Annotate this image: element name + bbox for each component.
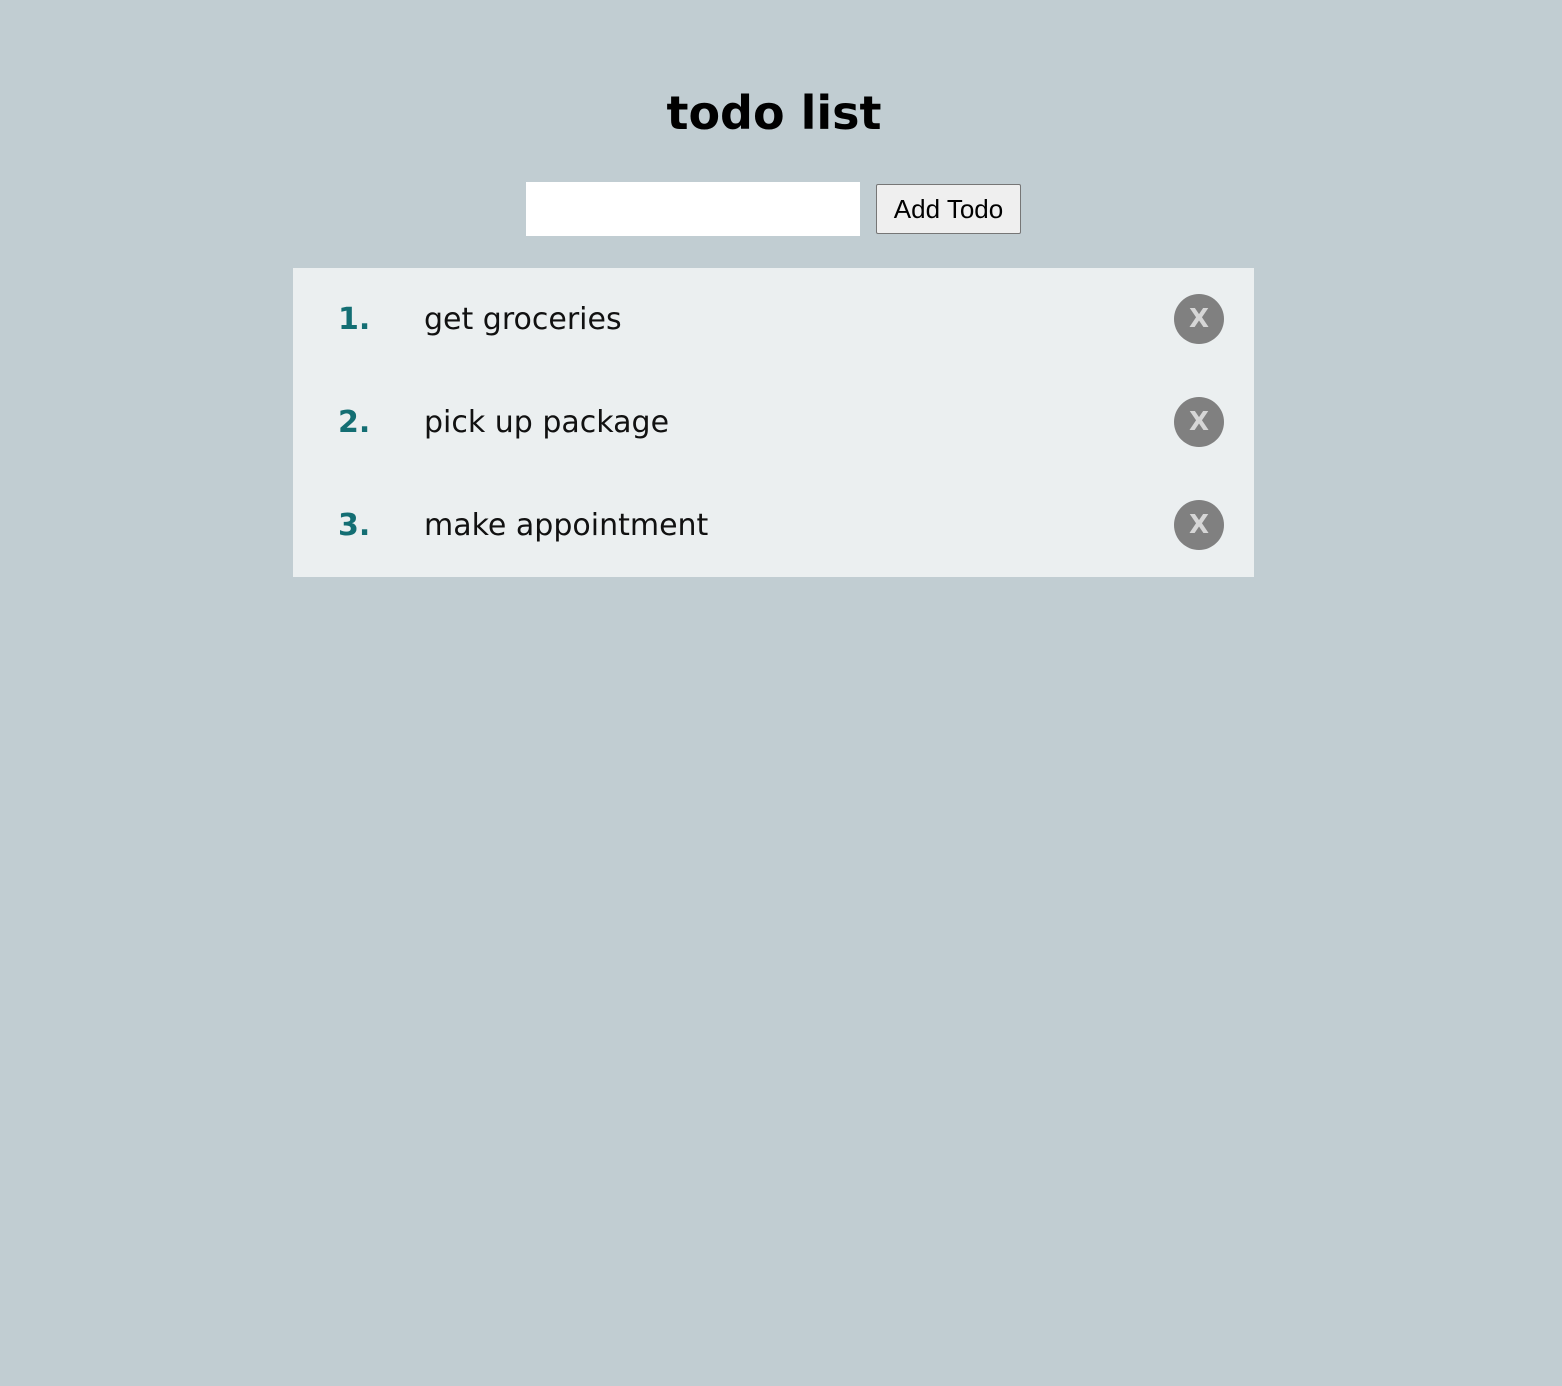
delete-todo-button[interactable]: X xyxy=(1174,500,1224,550)
todo-item: 1. get groceries X xyxy=(293,268,1254,371)
todo-input[interactable] xyxy=(526,182,860,236)
todo-item: 2. pick up package X xyxy=(293,371,1254,474)
add-todo-button[interactable]: Add Todo xyxy=(876,184,1021,234)
todo-text: make appointment xyxy=(424,508,709,543)
todo-number: 1. xyxy=(338,302,371,337)
todo-text: get groceries xyxy=(424,302,622,337)
todo-list: 1. get groceries X 2. pick up package X … xyxy=(293,268,1254,577)
add-todo-form: Add Todo xyxy=(526,182,1021,236)
todo-number: 2. xyxy=(338,405,371,440)
todo-item: 3. make appointment X xyxy=(293,474,1254,577)
todo-text: pick up package xyxy=(424,405,670,440)
delete-todo-button[interactable]: X xyxy=(1174,294,1224,344)
page-title: todo list xyxy=(666,86,882,140)
delete-todo-button[interactable]: X xyxy=(1174,397,1224,447)
todo-number: 3. xyxy=(338,508,371,543)
